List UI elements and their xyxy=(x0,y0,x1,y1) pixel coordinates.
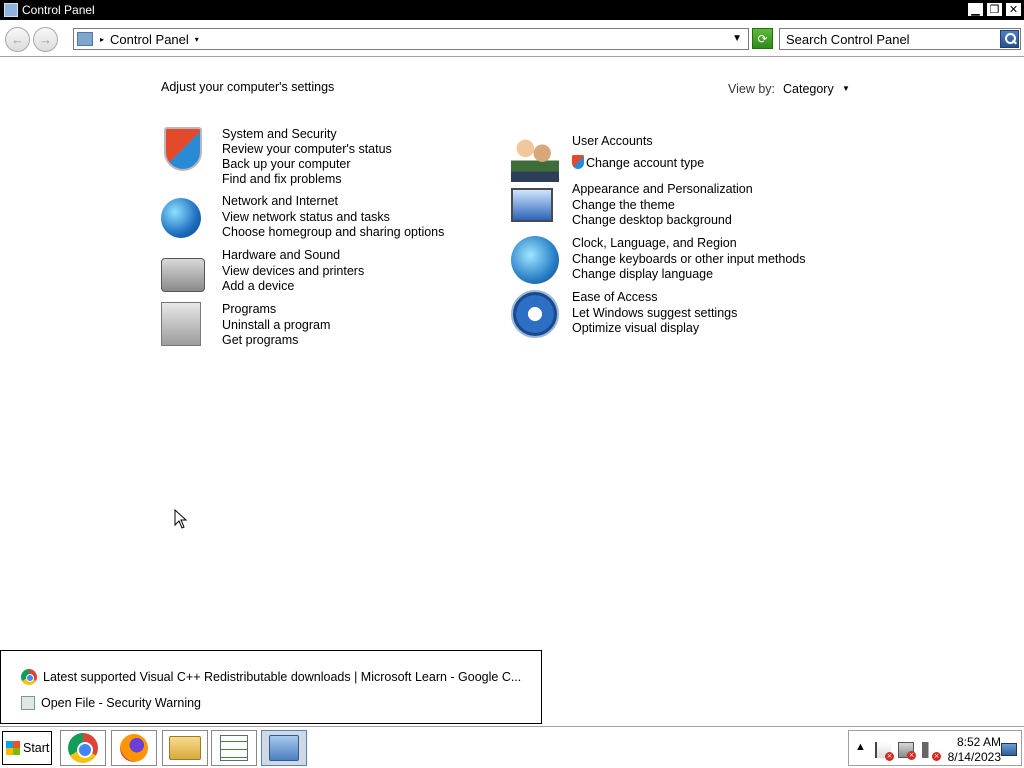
programs-icon[interactable] xyxy=(161,302,201,346)
category-link[interactable]: Add a device xyxy=(222,279,294,293)
taskbar-button-explorer[interactable] xyxy=(162,730,208,766)
error-badge-icon: × xyxy=(907,751,916,760)
category-link[interactable]: Optimize visual display xyxy=(572,321,699,335)
category-link[interactable]: Review your computer's status xyxy=(222,142,392,156)
address-dropdown-icon[interactable]: ▼ xyxy=(732,33,742,44)
system-tray: ▲ × × × 8:52 AM 8/14/2023 xyxy=(848,730,1022,766)
volume-icon[interactable]: × xyxy=(922,742,941,761)
category-title[interactable]: User Accounts xyxy=(572,134,653,148)
taskbar-button-chrome[interactable] xyxy=(60,730,106,766)
search-box[interactable] xyxy=(779,28,1021,50)
category-link[interactable]: Find and fix problems xyxy=(222,172,342,186)
page-heading: Adjust your computer's settings xyxy=(161,80,335,94)
back-button[interactable]: ← xyxy=(5,27,30,52)
category-link[interactable]: Change the theme xyxy=(572,198,675,212)
window-title: Control Panel xyxy=(22,3,95,17)
printer-icon[interactable] xyxy=(161,258,205,292)
category-link[interactable]: Change display language xyxy=(572,267,713,281)
category-link[interactable]: Uninstall a program xyxy=(222,318,330,332)
show-desktop-icon[interactable] xyxy=(1001,743,1017,756)
chrome-icon xyxy=(68,733,98,763)
taskbar-button-firefox[interactable] xyxy=(111,730,157,766)
category-link[interactable]: Get programs xyxy=(222,333,298,347)
refresh-button[interactable]: ⟳ xyxy=(752,28,773,49)
clock-date: 8/14/2023 xyxy=(947,750,1001,764)
users-icon[interactable] xyxy=(511,134,559,182)
category-title[interactable]: Network and Internet xyxy=(222,194,338,208)
taskbar-button-control-panel[interactable] xyxy=(261,730,307,766)
address-separator-icon[interactable]: ▸ xyxy=(100,35,104,44)
chevron-down-icon[interactable]: ▼ xyxy=(842,84,850,93)
control-panel-icon xyxy=(77,32,93,46)
network-status-icon[interactable]: × xyxy=(898,742,916,760)
clock-time: 8:52 AM xyxy=(956,735,1001,749)
taskbar-button-tasklist[interactable] xyxy=(211,730,257,766)
taskbar-jumplist: Latest supported Visual C++ Redistributa… xyxy=(0,650,542,724)
window-icon xyxy=(21,696,35,710)
category-link[interactable]: Back up your computer xyxy=(222,157,351,171)
jumplist-item-security-warning[interactable]: Open File - Security Warning xyxy=(21,696,201,710)
jumplist-item-chrome[interactable]: Latest supported Visual C++ Redistributa… xyxy=(21,669,521,685)
window-controls: ▁ ❐ ✕ xyxy=(967,2,1022,17)
view-by-dropdown[interactable]: Category xyxy=(783,82,834,96)
close-button[interactable]: ✕ xyxy=(1005,2,1022,17)
control-panel-icon xyxy=(4,3,18,17)
category-link[interactable]: Let Windows suggest settings xyxy=(572,306,737,320)
address-toolbar: ← → ▸ Control Panel ▾ ▼ ⟳ xyxy=(0,20,1024,57)
category-link[interactable]: Change account type xyxy=(572,155,704,170)
view-by-label: View by: xyxy=(728,82,776,96)
forward-button[interactable]: → xyxy=(33,27,58,52)
category-title[interactable]: Hardware and Sound xyxy=(222,248,340,262)
action-center-flag-icon[interactable]: × xyxy=(875,742,894,761)
category-title[interactable]: System and Security xyxy=(222,127,337,141)
tray-clock[interactable]: 8:52 AM 8/14/2023 xyxy=(945,735,1001,765)
firefox-icon xyxy=(120,734,148,762)
taskbar: Start ▲ × × × 8:52 AM 8/14/2023 xyxy=(0,726,1024,768)
appearance-icon[interactable] xyxy=(511,188,553,222)
minimize-button[interactable]: ▁ xyxy=(967,2,984,17)
breadcrumb-arrow-icon[interactable]: ▾ xyxy=(195,35,199,44)
restore-button[interactable]: ❐ xyxy=(986,2,1003,17)
uac-shield-icon xyxy=(572,155,584,169)
category-title[interactable]: Appearance and Personalization xyxy=(572,182,753,196)
windows-logo-icon xyxy=(6,741,20,755)
category-link[interactable]: Change desktop background xyxy=(572,213,732,227)
clock-globe-icon[interactable] xyxy=(511,236,559,284)
security-shield-icon[interactable] xyxy=(164,127,202,171)
jumplist-item-label: Open File - Security Warning xyxy=(41,696,202,710)
category-title[interactable]: Ease of Access xyxy=(572,290,657,304)
file-explorer-icon xyxy=(169,736,201,760)
category-link[interactable]: Choose homegroup and sharing options xyxy=(222,225,444,239)
category-link[interactable]: View devices and printers xyxy=(222,264,364,278)
jumplist-item-label: Latest supported Visual C++ Redistributa… xyxy=(43,670,522,684)
search-icon[interactable] xyxy=(1000,30,1019,48)
task-list-icon xyxy=(220,735,248,761)
control-panel-icon xyxy=(269,735,299,761)
ease-of-access-icon[interactable] xyxy=(511,290,559,338)
category-link[interactable]: View network status and tasks xyxy=(222,210,390,224)
error-badge-icon: × xyxy=(885,752,894,761)
address-bar[interactable]: ▸ Control Panel ▾ ▼ xyxy=(73,28,749,50)
category-link-label: Change account type xyxy=(586,156,705,170)
show-hidden-icons-icon[interactable]: ▲ xyxy=(855,741,866,753)
category-title[interactable]: Clock, Language, and Region xyxy=(572,236,737,250)
breadcrumb[interactable]: Control Panel xyxy=(110,32,189,47)
chrome-icon xyxy=(21,669,37,685)
search-input[interactable] xyxy=(786,30,1002,48)
category-link[interactable]: Change keyboards or other input methods xyxy=(572,252,805,266)
title-bar: Control Panel ▁ ❐ ✕ xyxy=(0,0,1024,20)
category-title[interactable]: Programs xyxy=(222,302,276,316)
start-label: Start xyxy=(23,741,50,755)
start-button[interactable]: Start xyxy=(2,731,52,765)
error-badge-icon: × xyxy=(932,752,941,761)
network-globe-icon[interactable] xyxy=(161,198,201,238)
